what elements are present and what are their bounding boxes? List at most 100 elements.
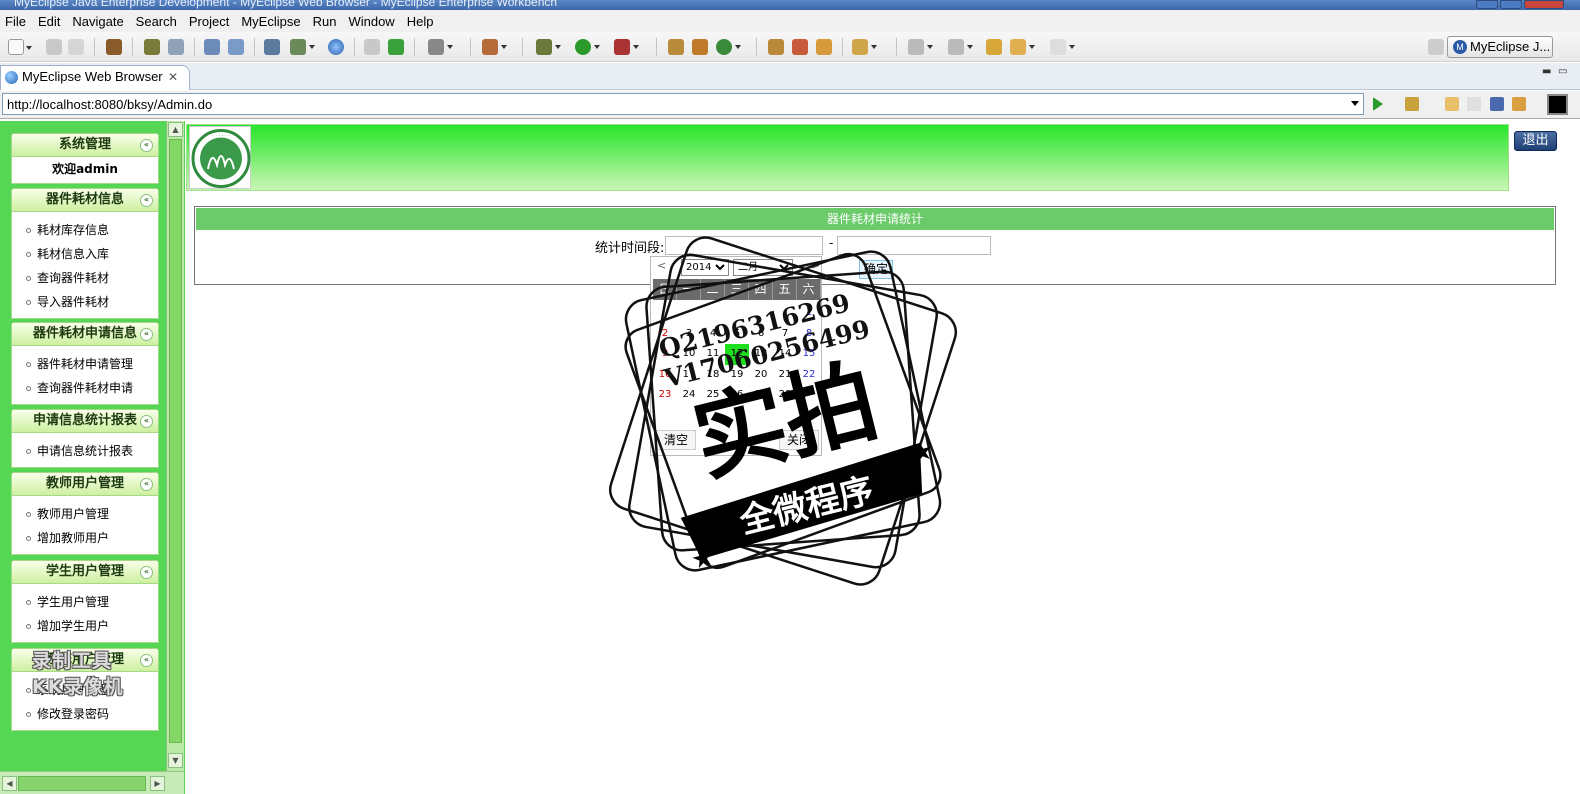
prev-month-button[interactable]: < <box>657 259 666 272</box>
end-date-input[interactable] <box>837 236 991 255</box>
search-file-icon[interactable] <box>228 39 244 55</box>
save-icon[interactable] <box>46 39 62 55</box>
calendar-day[interactable]: 25 <box>701 385 725 406</box>
close-window-button[interactable] <box>1524 0 1564 9</box>
color-swatch[interactable] <box>1547 94 1568 115</box>
collapse-icon[interactable]: « <box>140 415 153 428</box>
sidebar-item-teacher-manage[interactable]: 教师用户管理 <box>12 502 158 526</box>
build-icon[interactable] <box>290 39 315 55</box>
calendar-day[interactable]: 9 <box>653 344 677 365</box>
sidebar-item-stock-in[interactable]: 耗材信息入库 <box>12 242 158 266</box>
logout-button[interactable]: 退出 <box>1514 131 1557 151</box>
calendar-day[interactable]: 8 <box>797 324 821 345</box>
menu-search[interactable]: Search <box>133 14 184 29</box>
forward-icon[interactable] <box>1050 39 1075 55</box>
calendar-day[interactable]: 20 <box>749 365 773 386</box>
scroll-down-icon[interactable]: ▼ <box>168 753 183 768</box>
sidebar-horizontal-scrollbar[interactable]: ◀ ▶ <box>0 771 184 794</box>
calendar-day[interactable]: 4 <box>701 324 725 345</box>
menu-file[interactable]: File <box>2 14 33 29</box>
minimize-window-button[interactable] <box>1476 0 1498 9</box>
calendar-day[interactable]: 27 <box>749 385 773 406</box>
menu-window[interactable]: Window <box>345 14 401 29</box>
camera-icon[interactable] <box>428 39 453 55</box>
menu-myeclipse[interactable]: MyEclipse <box>238 14 307 29</box>
calendar-day[interactable]: 10 <box>677 344 701 365</box>
favorites-icon[interactable] <box>1405 97 1419 111</box>
start-date-input[interactable] <box>665 236 823 255</box>
add-icon[interactable] <box>388 39 404 55</box>
month-select[interactable]: 二月 <box>733 259 793 276</box>
calendar-day[interactable]: 6 <box>749 324 773 345</box>
calendar-day[interactable]: 19 <box>725 365 749 386</box>
debug-icon[interactable] <box>144 39 160 55</box>
open-folder-icon[interactable] <box>768 39 784 55</box>
go-icon[interactable] <box>1373 97 1383 111</box>
section-header[interactable]: 器件耗材申请信息 « <box>11 322 159 346</box>
perspective-switcher[interactable]: M MyEclipse J... <box>1447 36 1553 58</box>
calendar-day[interactable]: 15 <box>797 344 821 365</box>
calendar-day[interactable]: 5 <box>725 324 749 345</box>
menu-project[interactable]: Project <box>186 14 236 29</box>
menu-run[interactable]: Run <box>310 14 344 29</box>
section-header[interactable]: 申请信息统计报表 « <box>11 409 159 433</box>
calendar-day[interactable]: 21 <box>773 365 797 386</box>
browser-back-icon[interactable] <box>1445 97 1459 111</box>
server-icon[interactable] <box>168 39 184 55</box>
back-icon[interactable] <box>1010 39 1035 55</box>
calendar-day[interactable]: 3 <box>677 324 701 345</box>
next-annotation-icon[interactable] <box>908 39 933 55</box>
deploy-icon[interactable] <box>264 39 280 55</box>
sidebar-item-application-query[interactable]: 查询器件耗材申请 <box>12 376 158 400</box>
sidebar-item-change-password[interactable]: 修改登录密码 <box>12 702 158 726</box>
close-tab-icon[interactable]: ✕ <box>168 66 178 88</box>
scroll-up-icon[interactable]: ▲ <box>168 122 183 137</box>
tab-web-browser[interactable]: MyEclipse Web Browser ✕ <box>0 65 190 90</box>
run-icon[interactable] <box>575 39 600 55</box>
calendar-day[interactable]: 14 <box>773 344 797 365</box>
menu-help[interactable]: Help <box>404 14 441 29</box>
sidebar-item-student-add[interactable]: 增加学生用户 <box>12 614 158 638</box>
refresh-page-icon[interactable] <box>1512 97 1526 111</box>
clear-date-button[interactable]: 清空 <box>656 430 696 450</box>
tasks-icon[interactable] <box>668 39 684 55</box>
new-class-icon[interactable] <box>482 39 507 55</box>
sidebar-item-system-user-manage[interactable]: 系统用户管理 <box>12 678 158 702</box>
archive-icon[interactable] <box>816 39 832 55</box>
calendar-day[interactable]: 13 <box>749 344 773 365</box>
sidebar-item-student-manage[interactable]: 学生用户管理 <box>12 590 158 614</box>
menu-edit[interactable]: Edit <box>35 14 67 29</box>
scroll-left-icon[interactable]: ◀ <box>2 776 17 791</box>
next-month-button[interactable]: > <box>811 259 820 272</box>
url-history-dropdown[interactable] <box>1351 101 1359 106</box>
calendar-day[interactable]: 2 <box>653 324 677 345</box>
menu-navigate[interactable]: Navigate <box>69 14 130 29</box>
scroll-right-icon[interactable]: ▶ <box>150 776 165 791</box>
maximize-window-button[interactable] <box>1500 0 1522 9</box>
calendar-day[interactable]: 22 <box>797 365 821 386</box>
folder-icon[interactable] <box>364 39 380 55</box>
confirm-button[interactable]: 确定 <box>859 260 893 279</box>
calendar-day[interactable]: 28 <box>773 385 797 406</box>
calendar-day[interactable]: 26 <box>725 385 749 406</box>
calendar-day[interactable]: 7 <box>773 324 797 345</box>
open-perspective-icon[interactable] <box>1428 39 1444 55</box>
stop-icon[interactable] <box>1490 97 1504 111</box>
sidebar-item-inventory[interactable]: 耗材库存信息 <box>12 218 158 242</box>
globe-icon[interactable] <box>328 39 344 55</box>
url-input[interactable] <box>2 93 1364 115</box>
collapse-icon[interactable]: « <box>140 566 153 579</box>
sidebar-item-report[interactable]: 申请信息统计报表 <box>12 439 158 463</box>
section-header[interactable]: 学生用户管理 « <box>11 560 159 584</box>
sidebar-vertical-scrollbar[interactable]: ▲ ▼ <box>166 121 184 771</box>
edit-icon[interactable] <box>204 39 220 55</box>
calendar-day[interactable]: 16 <box>653 365 677 386</box>
calendar-day[interactable]: 12 <box>725 344 749 365</box>
minimize-view-icon[interactable]: ▬ <box>1542 66 1551 77</box>
collapse-icon[interactable]: « <box>140 139 153 152</box>
collapse-icon[interactable]: « <box>140 654 153 667</box>
open-type-icon[interactable] <box>106 39 122 55</box>
year-select[interactable]: 2014 <box>681 259 729 276</box>
scroll-thumb[interactable] <box>169 139 182 743</box>
pin-icon[interactable] <box>792 39 808 55</box>
